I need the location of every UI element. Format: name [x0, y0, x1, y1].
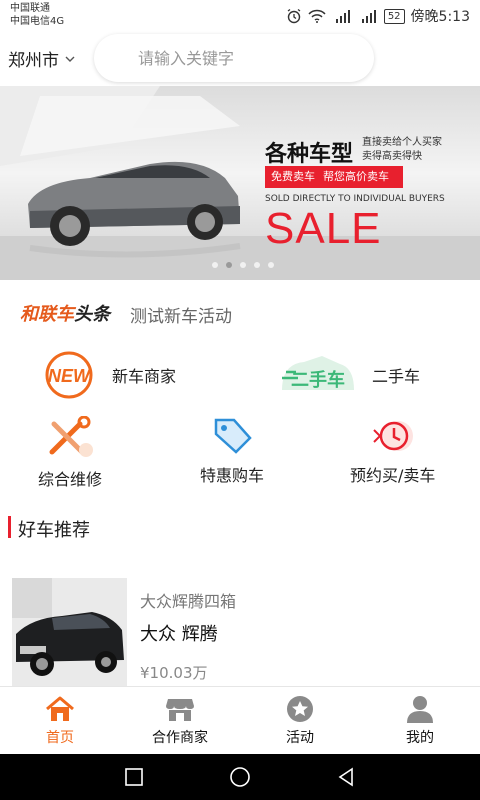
headline-brand-part2: 头条 [74, 304, 110, 325]
new-badge-icon: NEW [45, 351, 93, 399]
category-used-car[interactable]: 二手车 二手车 [278, 350, 420, 400]
category-appointment[interactable]: 预约买/卖车 [350, 416, 435, 486]
carousel-dot[interactable] [254, 262, 260, 268]
person-icon [407, 696, 433, 723]
car-photo-image [12, 578, 127, 686]
banner-car-image [0, 86, 480, 280]
category-label: 预约买/卖车 [350, 466, 436, 485]
banner-tag-2: 帮您高价卖车 [323, 170, 389, 183]
home-system-button[interactable] [210, 754, 270, 800]
headline-brand: 和联车头条 [20, 300, 110, 326]
recent-apps-button[interactable] [104, 754, 164, 800]
section-title: 好车推荐 [18, 520, 90, 541]
square-icon [125, 768, 143, 786]
store-icon [166, 699, 194, 721]
category-label: 新车商家 [112, 367, 177, 386]
carrier-info: 中国联通 中国电信4G [10, 2, 64, 28]
city-label: 郑州市 [8, 51, 59, 71]
search-input[interactable] [94, 34, 374, 82]
nav-label: 我的 [406, 730, 434, 746]
nav-label: 合作商家 [152, 730, 208, 746]
nav-tab-activity[interactable]: 活动 [240, 687, 360, 755]
carousel-dots [212, 262, 274, 268]
status-icons: 52 傍晚5:13 [286, 6, 470, 26]
car-price: ¥10.03万 [140, 664, 208, 682]
banner-sub-1: 直接卖给个人买家 [362, 137, 442, 148]
repair-tools-icon [49, 416, 93, 457]
signal-icon [335, 10, 350, 23]
banner-tagline: 免费卖车 帮您高价卖车 [265, 166, 403, 188]
carousel-dot[interactable] [240, 262, 246, 268]
banner-english: SOLD DIRECTLY TO INDIVIDUAL BUYERS [265, 194, 445, 204]
banner-tag-1: 免费卖车 [271, 170, 315, 183]
nav-tab-profile[interactable]: 我的 [360, 687, 480, 755]
city-selector[interactable]: 郑州市 [8, 46, 75, 71]
category-label: 综合维修 [38, 470, 103, 489]
category-repair[interactable]: 综合维修 [38, 416, 102, 490]
status-bar: 中国联通 中国电信4G 52 傍晚5:13 [0, 0, 480, 32]
nav-label: 活动 [286, 730, 314, 746]
carrier-2: 中国电信4G [10, 16, 65, 27]
svg-text:二手车: 二手车 [291, 369, 345, 391]
carrier-1: 中国联通 [10, 3, 50, 14]
clock-icon [372, 421, 413, 451]
banner-sale: SALE [265, 204, 382, 253]
nav-tab-home[interactable]: 首页 [0, 687, 120, 755]
home-icon [46, 696, 74, 721]
bottom-navigation: 首页 合作商家 活动 我的 [0, 686, 480, 754]
car-subtitle: 大众辉腾四箱 [140, 592, 237, 611]
chevron-down-icon [65, 56, 75, 62]
nav-tab-partners[interactable]: 合作商家 [120, 687, 240, 755]
top-header: 郑州市 [0, 32, 480, 86]
carousel-dot[interactable] [212, 262, 218, 268]
car-name: 大众 辉腾 [140, 624, 218, 645]
android-system-nav [0, 754, 480, 800]
used-car-icon: 二手车 [282, 356, 354, 391]
category-discount-purchase[interactable]: 特惠购车 [200, 416, 264, 486]
promo-banner[interactable]: 各种车型 直接卖给个人买家 卖得高卖得快 免费卖车 帮您高价卖车 SOLD DIR… [0, 86, 480, 280]
back-triangle-icon [338, 767, 353, 787]
star-icon [287, 696, 313, 722]
nav-label: 首页 [46, 730, 74, 746]
battery-indicator: 52 [383, 8, 405, 24]
banner-title: 各种车型 [265, 142, 354, 167]
category-label: 特惠购车 [200, 466, 265, 485]
alarm-icon [287, 8, 301, 24]
recommend-section-header: 好车推荐 [0, 508, 480, 548]
back-button[interactable] [316, 754, 376, 800]
car-thumbnail [12, 578, 127, 686]
svg-text:NEW: NEW [48, 366, 92, 386]
section-accent-bar [8, 516, 11, 538]
wifi-icon [308, 9, 326, 23]
car-list-item[interactable]: 大众辉腾四箱 大众 辉腾 ¥10.03万 [0, 570, 480, 686]
category-new-car-dealer[interactable]: NEW 新车商家 [38, 350, 176, 400]
headline-brand-part1: 和联车 [20, 304, 74, 325]
circle-icon [230, 767, 250, 787]
category-label: 二手车 [372, 367, 421, 386]
carousel-dot[interactable] [268, 262, 274, 268]
banner-sub-2: 卖得高卖得快 [362, 151, 422, 162]
carousel-dot-active[interactable] [226, 262, 232, 268]
news-headline[interactable]: 和联车头条 测试新车活动 [0, 280, 480, 340]
clock-time: 傍晚5:13 [410, 9, 470, 25]
signal-4g-icon [361, 10, 376, 23]
price-tag-icon [214, 418, 252, 454]
headline-text: 测试新车活动 [130, 307, 232, 327]
